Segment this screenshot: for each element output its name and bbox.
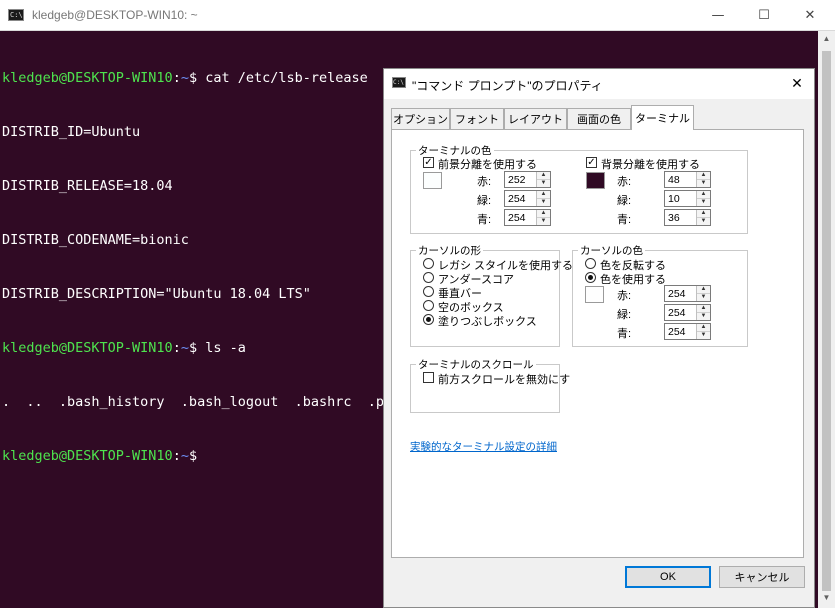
dialog-title: "コマンド プロンプト"のプロパティ: [412, 79, 603, 93]
cursor-color-group: カーソルの色 色を反転する 色を使用する 赤: 緑: 青: 254 ▲ ▼ 254 ▲…: [572, 243, 748, 347]
properties-dialog: C:\ "コマンド プロンプト"のプロパティ ✕ オプション フォント レイアウ…: [383, 68, 815, 608]
minimize-button[interactable]: —: [695, 0, 741, 31]
spin-up-icon[interactable]: ▲: [697, 191, 710, 199]
spin-up-icon[interactable]: ▲: [697, 172, 710, 180]
spin-up-icon[interactable]: ▲: [697, 305, 710, 313]
experimental-settings-link[interactable]: 実験的なターミナル設定の詳細: [410, 439, 557, 454]
console-icon[interactable]: C:\: [8, 9, 24, 21]
foreground-color-swatch[interactable]: [423, 172, 442, 189]
scroll-up-arrow-icon[interactable]: ▲: [818, 34, 835, 48]
cursor-blue-label: 青:: [617, 328, 632, 340]
cursor-shape-radio[interactable]: [423, 258, 434, 269]
spin-up-icon[interactable]: ▲: [537, 210, 550, 218]
cancel-button[interactable]: キャンセル: [719, 566, 805, 588]
spin-up-icon[interactable]: ▲: [697, 286, 710, 294]
spin-up-icon[interactable]: ▲: [537, 191, 550, 199]
cursor-color-swatch[interactable]: [585, 286, 604, 303]
background-color-swatch[interactable]: [586, 172, 605, 189]
cursor-shape-radio-selected[interactable]: [423, 314, 434, 325]
fg-red-spinner[interactable]: 252 ▲ ▼: [504, 171, 551, 188]
tab-terminal[interactable]: ターミナル: [631, 105, 694, 130]
terminal-colors-group: ターミナルの色 ✓ 前景分離を使用する 赤: 緑: 青: 252 ▲ ▼ 254 ▲ ▼…: [410, 143, 748, 234]
fg-blue-label: 青:: [477, 214, 492, 226]
bg-blue-spinner[interactable]: 36 ▲ ▼: [664, 209, 711, 226]
cursor-blue-spinner[interactable]: 254 ▲ ▼: [664, 323, 711, 340]
cursor-green-label: 緑:: [617, 309, 632, 321]
terminal-line: . .. .bash_history .bash_logout .bashrc …: [2, 394, 393, 410]
spin-down-icon[interactable]: ▼: [537, 218, 550, 225]
fg-red-label: 赤:: [477, 176, 492, 188]
background-checkbox[interactable]: ✓: [586, 157, 597, 168]
terminal-output: kledgeb@DESKTOP-WIN10:~$ cat /etc/lsb-re…: [2, 33, 392, 501]
disable-scroll-forward-label[interactable]: 前方スクロールを無効にす: [438, 371, 570, 387]
cursor-color-option[interactable]: 色を使用する: [600, 271, 666, 287]
terminal-titlebar[interactable]: C:\ kledgeb@DESKTOP-WIN10: ~ — ☐ ✕: [0, 0, 835, 31]
fg-green-spinner[interactable]: 254 ▲ ▼: [504, 190, 551, 207]
group-label: カーソルの色: [578, 243, 645, 258]
fg-blue-spinner[interactable]: 254 ▲ ▼: [504, 209, 551, 226]
spin-down-icon[interactable]: ▼: [697, 332, 710, 339]
scroll-down-arrow-icon[interactable]: ▼: [818, 593, 835, 607]
terminal-line: DISTRIB_RELEASE=18.04: [2, 178, 173, 194]
foreground-checkbox-label[interactable]: 前景分離を使用する: [438, 156, 537, 172]
terminal-line: kledgeb@DESKTOP-WIN10:~$ ls -a: [2, 340, 246, 356]
spin-down-icon[interactable]: ▼: [697, 294, 710, 301]
cursor-shape-option[interactable]: 塗りつぶしボックス: [438, 313, 537, 329]
terminal-title: kledgeb@DESKTOP-WIN10: ~: [32, 8, 198, 22]
terminal-tab-panel: ターミナルの色 ✓ 前景分離を使用する 赤: 緑: 青: 252 ▲ ▼ 254 ▲ ▼…: [391, 129, 804, 558]
bg-green-spinner[interactable]: 10 ▲ ▼: [664, 190, 711, 207]
scrollbar-thumb[interactable]: [822, 51, 831, 591]
ok-button[interactable]: OK: [625, 566, 711, 588]
cursor-shape-radio[interactable]: [423, 272, 434, 283]
close-button[interactable]: ✕: [787, 0, 833, 31]
terminal-line: DISTRIB_ID=Ubuntu: [2, 124, 141, 140]
cursor-shape-radio[interactable]: [423, 286, 434, 297]
cursor-green-spinner[interactable]: 254 ▲ ▼: [664, 304, 711, 321]
spin-up-icon[interactable]: ▲: [697, 210, 710, 218]
spin-down-icon[interactable]: ▼: [697, 199, 710, 206]
cursor-red-spinner[interactable]: 254 ▲ ▼: [664, 285, 711, 302]
cursor-shape-radio[interactable]: [423, 300, 434, 311]
group-label: カーソルの形: [416, 243, 483, 258]
tab-layout[interactable]: レイアウト: [504, 108, 567, 129]
terminal-line: kledgeb@DESKTOP-WIN10:~$ cat /etc/lsb-re…: [2, 70, 368, 86]
terminal-line: kledgeb@DESKTOP-WIN10:~$: [2, 448, 198, 464]
dialog-titlebar[interactable]: C:\ "コマンド プロンプト"のプロパティ ✕: [384, 69, 814, 99]
foreground-checkbox[interactable]: ✓: [423, 157, 434, 168]
bg-red-label: 赤:: [617, 176, 632, 188]
spin-down-icon[interactable]: ▼: [537, 199, 550, 206]
tab-font[interactable]: フォント: [450, 108, 504, 129]
dialog-close-button[interactable]: ✕: [780, 69, 814, 99]
bg-red-spinner[interactable]: 48 ▲ ▼: [664, 171, 711, 188]
maximize-button[interactable]: ☐: [741, 0, 787, 31]
spin-down-icon[interactable]: ▼: [697, 218, 710, 225]
bg-blue-label: 青:: [617, 214, 632, 226]
spin-down-icon[interactable]: ▼: [537, 180, 550, 187]
terminal-line: DISTRIB_CODENAME=bionic: [2, 232, 189, 248]
cursor-red-label: 赤:: [617, 290, 632, 302]
cursor-color-radio-selected[interactable]: [585, 272, 596, 283]
fg-green-label: 緑:: [477, 195, 492, 207]
console-icon: C:\: [392, 77, 406, 88]
spin-up-icon[interactable]: ▲: [537, 172, 550, 180]
spin-down-icon[interactable]: ▼: [697, 180, 710, 187]
group-label: ターミナルのスクロール: [416, 357, 536, 372]
background-checkbox-label[interactable]: 背景分離を使用する: [601, 156, 700, 172]
tab-options[interactable]: オプション: [391, 108, 450, 129]
spin-down-icon[interactable]: ▼: [697, 313, 710, 320]
disable-scroll-forward-checkbox[interactable]: [423, 372, 434, 383]
terminal-scroll-group: ターミナルのスクロール 前方スクロールを無効にす: [410, 357, 570, 413]
tab-screen-colors[interactable]: 画面の色: [567, 108, 631, 129]
cursor-color-radio[interactable]: [585, 258, 596, 269]
cursor-shape-group: カーソルの形 レガシ スタイルを使用する アンダースコア 垂直バー 空のボックス…: [410, 243, 573, 347]
terminal-scrollbar[interactable]: ▲ ▼: [818, 31, 835, 608]
spin-up-icon[interactable]: ▲: [697, 324, 710, 332]
terminal-line: DISTRIB_DESCRIPTION="Ubuntu 18.04 LTS": [2, 286, 311, 302]
bg-green-label: 緑:: [617, 195, 632, 207]
